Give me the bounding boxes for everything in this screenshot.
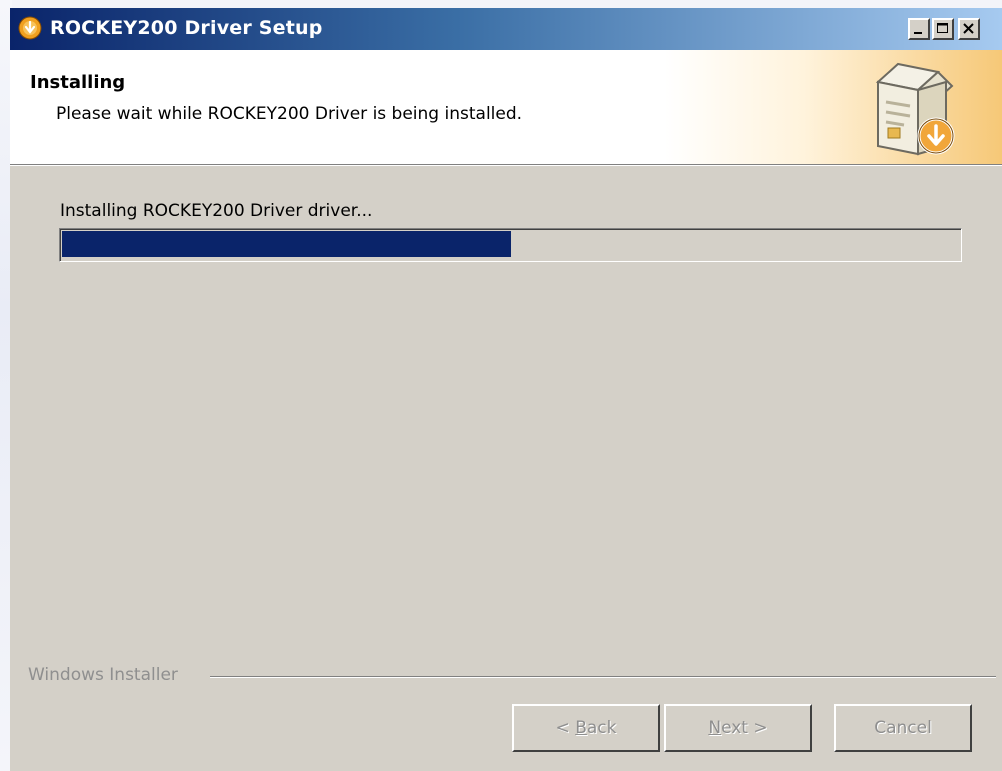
header-divider-highlight [10,165,1002,166]
progress-status-text: Installing ROCKEY200 Driver driver... [60,201,373,221]
cancel-button[interactable]: Cancel [834,704,972,752]
install-progress-bar [59,228,962,262]
page-subtitle: Please wait while ROCKEY200 Driver is be… [56,104,523,124]
close-icon [963,23,974,34]
close-button[interactable] [958,18,980,40]
next-button[interactable]: Next > [664,704,812,752]
minimize-button[interactable] [908,18,930,40]
setup-dialog: ROCKEY200 Driver Setup Installing Please… [10,8,1002,771]
installer-disc-icon [18,16,42,40]
maximize-button[interactable] [932,18,954,40]
cancel-button-label: Cancel [874,718,932,738]
next-button-label: Next > [708,718,768,738]
footer-divider-highlight [210,677,996,678]
title-bar[interactable]: ROCKEY200 Driver Setup [10,8,1002,50]
minimize-icon [914,32,922,34]
back-button-label: < Back [555,718,617,738]
wizard-header: Installing Please wait while ROCKEY200 D… [10,50,1002,164]
page-title: Installing [30,72,126,93]
window-title: ROCKEY200 Driver Setup [50,17,323,39]
windows-installer-label: Windows Installer [28,665,184,685]
back-button[interactable]: < Back [512,704,660,752]
box-install-icon [856,52,966,162]
progress-fill [62,231,511,257]
maximize-icon [937,23,948,33]
